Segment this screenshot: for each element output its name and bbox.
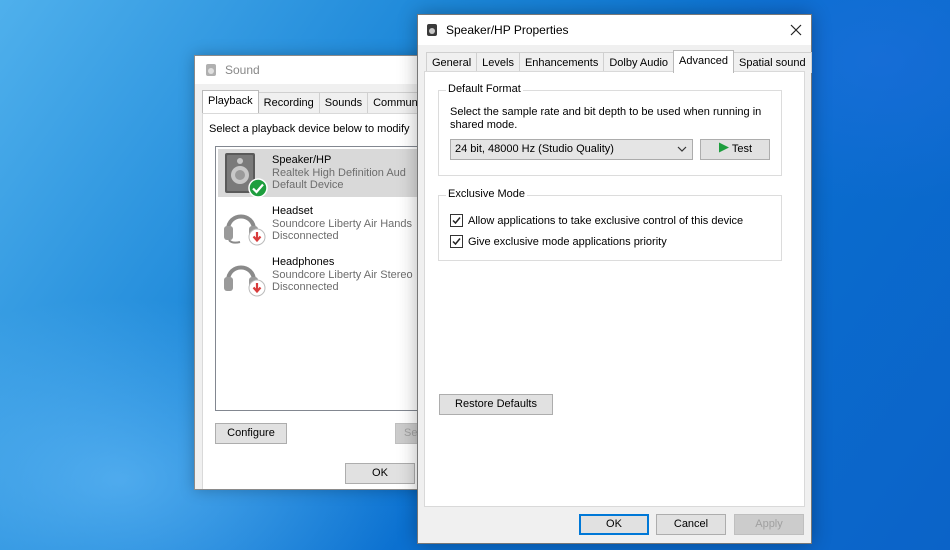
allow-exclusive-label: Allow applications to take exclusive con… (468, 214, 744, 227)
default-format-group: Default Format Select the sample rate an… (438, 83, 782, 176)
headphones-icon (218, 251, 272, 299)
checkbox-box[interactable] (450, 235, 463, 248)
device-name: Speaker/HP (272, 154, 332, 166)
test-button[interactable]: Test (700, 139, 770, 160)
device-status: Disconnected (272, 281, 339, 293)
sound-dialog: Sound Playback Recording Sounds Communic… (194, 55, 434, 490)
test-label: Test (731, 143, 753, 155)
device-name: Headset (272, 205, 313, 217)
sound-titlebar[interactable]: Sound (195, 56, 433, 84)
headset-icon (218, 200, 272, 248)
device-driver: Realtek High Definition Aud (272, 166, 406, 179)
close-icon (790, 24, 802, 36)
play-icon (718, 142, 729, 153)
speaker-device-icon (218, 149, 272, 198)
chevron-down-icon (677, 146, 687, 152)
sound-tabs: Playback Recording Sounds Communica (202, 90, 433, 113)
configure-button[interactable]: Configure (215, 423, 287, 444)
default-format-description: Select the sample rate and bit depth to … (450, 106, 762, 131)
exclusive-priority-label: Give exclusive mode applications priorit… (468, 235, 667, 248)
sound-ok-button[interactable]: OK (345, 463, 415, 484)
allow-exclusive-checkbox[interactable]: Allow applications to take exclusive con… (450, 214, 743, 227)
checkbox-box[interactable] (450, 214, 463, 227)
checkmark-icon (452, 238, 461, 246)
format-select-value: 24 bit, 48000 Hz (Studio Quality) (455, 143, 614, 155)
exclusive-mode-group: Exclusive Mode Allow applications to tak… (438, 188, 782, 261)
default-check-icon (248, 178, 268, 198)
speaker-icon (206, 64, 216, 76)
close-button[interactable] (781, 15, 811, 45)
device-status: Disconnected (272, 230, 339, 242)
tab-levels[interactable]: Levels (476, 52, 520, 73)
restore-defaults-button[interactable]: Restore Defaults (439, 394, 553, 415)
device-list[interactable]: Speaker/HP Realtek High Definition Aud D… (215, 146, 433, 411)
tab-sounds[interactable]: Sounds (318, 92, 369, 113)
tab-general[interactable]: General (426, 52, 478, 73)
playback-instruction: Select a playback device below to modify (209, 123, 410, 135)
tab-dolby-audio[interactable]: Dolby Audio (603, 52, 675, 73)
disconnected-icon (248, 279, 266, 297)
speaker-icon (427, 24, 437, 36)
properties-tabs: General Levels Enhancements Dolby Audio … (426, 50, 812, 73)
device-item-speaker[interactable]: Speaker/HP Realtek High Definition Aud D… (218, 149, 433, 198)
device-name: Headphones (272, 256, 335, 268)
sound-title: Sound (225, 63, 260, 77)
device-driver: Soundcore Liberty Air Stereo (272, 268, 413, 281)
device-driver: Soundcore Liberty Air Hands (272, 217, 413, 230)
device-item-headset[interactable]: Headset Soundcore Liberty Air Hands Disc… (218, 200, 433, 248)
cancel-button[interactable]: Cancel (656, 514, 726, 535)
checkmark-icon (452, 217, 461, 225)
device-item-headphones[interactable]: Headphones Soundcore Liberty Air Stereo … (218, 251, 433, 299)
apply-button[interactable]: Apply (734, 514, 804, 535)
tab-playback[interactable]: Playback (202, 90, 259, 113)
tab-enhancements[interactable]: Enhancements (518, 52, 605, 73)
tab-recording[interactable]: Recording (257, 92, 320, 113)
exclusive-mode-legend: Exclusive Mode (446, 188, 528, 200)
default-format-legend: Default Format (446, 83, 523, 95)
properties-titlebar[interactable]: Speaker/HP Properties (418, 15, 811, 45)
speaker-properties-dialog: Speaker/HP Properties General Levels Enh… (417, 14, 812, 544)
advanced-panel: Default Format Select the sample rate an… (424, 71, 805, 507)
device-status: Default Device (272, 179, 344, 191)
ok-button[interactable]: OK (579, 514, 649, 535)
exclusive-priority-checkbox[interactable]: Give exclusive mode applications priorit… (450, 235, 667, 248)
properties-title: Speaker/HP Properties (446, 23, 569, 37)
disconnected-icon (248, 228, 266, 246)
tab-advanced[interactable]: Advanced (673, 50, 734, 73)
format-select[interactable]: 24 bit, 48000 Hz (Studio Quality) (450, 139, 693, 160)
tab-spatial-sound[interactable]: Spatial sound (732, 52, 812, 73)
